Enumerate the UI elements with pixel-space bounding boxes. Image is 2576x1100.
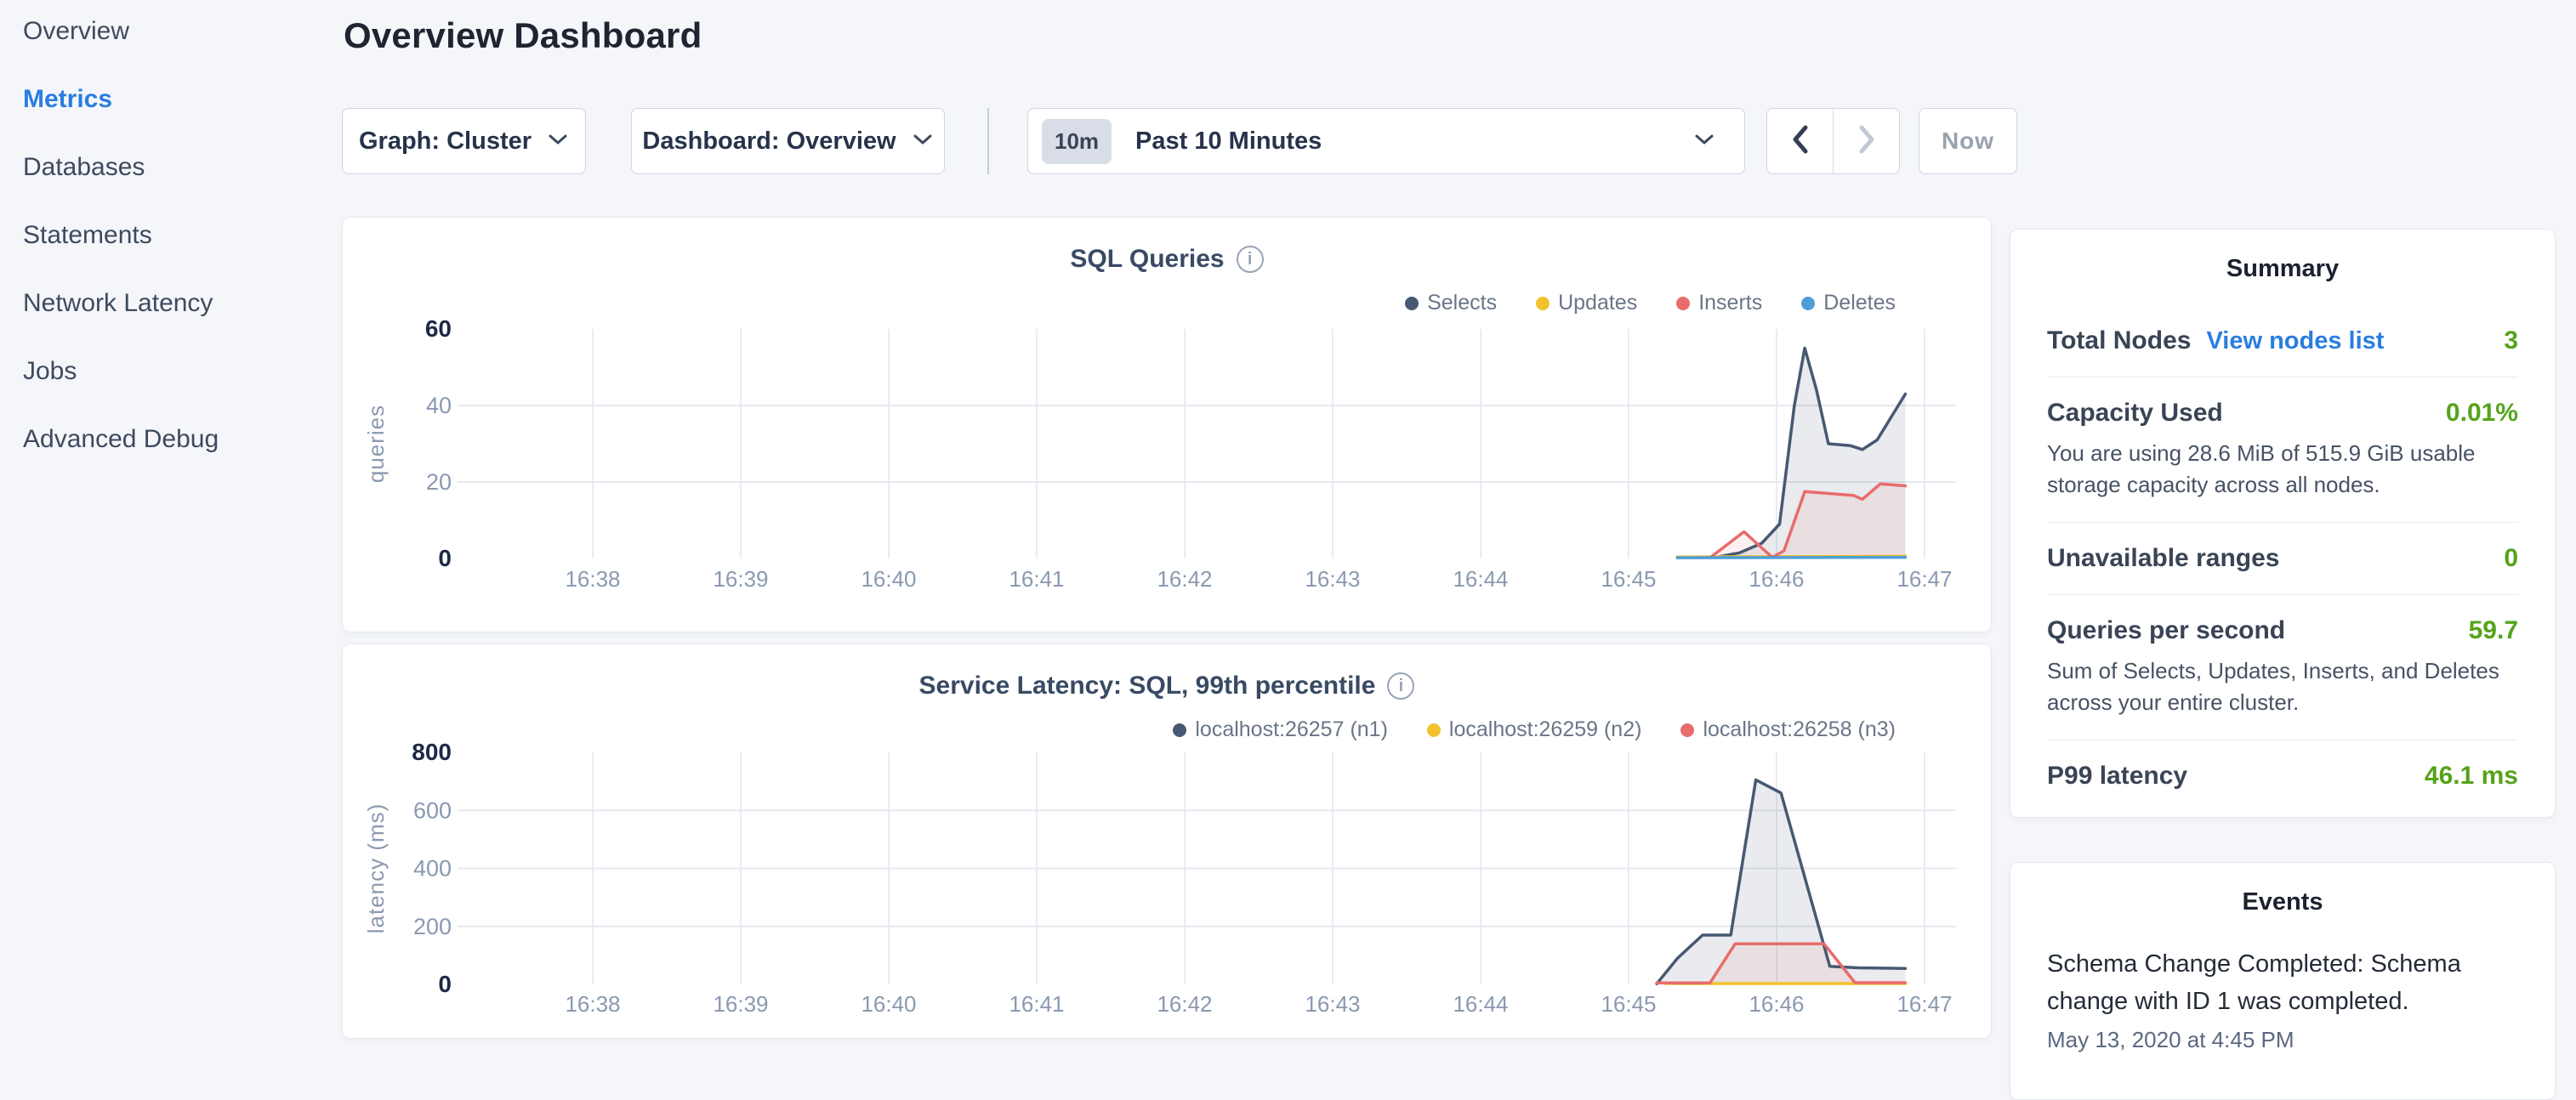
summary-row-value: 46.1 ms bbox=[2425, 762, 2518, 791]
summary-row-subtext: You are using 28.6 MiB of 515.9 GiB usab… bbox=[2047, 438, 2518, 501]
x-tick-label: 16:44 bbox=[1453, 991, 1508, 1017]
sidebar: Overview Metrics Databases Statements Ne… bbox=[0, 0, 344, 1051]
summary-panel: Summary Total Nodes View nodes list 3 Ca… bbox=[2010, 229, 2556, 818]
x-tick-label: 16:41 bbox=[1009, 991, 1064, 1017]
sidebar-item-metrics[interactable]: Metrics bbox=[23, 87, 344, 112]
chevron-left-icon bbox=[1790, 124, 1811, 159]
x-tick-label: 16:43 bbox=[1305, 566, 1360, 592]
summary-row-label: Capacity Used bbox=[2047, 399, 2223, 428]
y-tick-label: 400 bbox=[413, 856, 452, 882]
summary-row-value: 3 bbox=[2504, 326, 2518, 355]
x-tick-label: 16:47 bbox=[1896, 991, 1952, 1017]
time-range-dropdown[interactable]: 10m Past 10 Minutes bbox=[1027, 108, 1745, 174]
dashboard-dropdown[interactable]: Dashboard: Overview bbox=[631, 108, 945, 174]
x-tick-label: 16:47 bbox=[1896, 566, 1952, 592]
y-tick-label: 0 bbox=[438, 971, 452, 997]
summary-row-label: Unavailable ranges bbox=[2047, 544, 2279, 573]
summary-row-p99-latency: P99 latency 46.1 ms bbox=[2047, 740, 2518, 812]
summary-row-value: 0.01% bbox=[2446, 399, 2518, 428]
events-panel: Events Schema Change Completed: Schema c… bbox=[2010, 862, 2556, 1100]
controls-divider bbox=[987, 108, 989, 174]
x-tick-label: 16:43 bbox=[1305, 991, 1360, 1017]
y-tick-label: 600 bbox=[413, 797, 452, 823]
summary-row-capacity-used: Capacity Used 0.01% You are using 28.6 M… bbox=[2047, 377, 2518, 522]
view-nodes-list-link[interactable]: View nodes list bbox=[2206, 327, 2384, 355]
graph-dropdown-label: Graph: Cluster bbox=[359, 128, 532, 156]
prev-time-button[interactable] bbox=[1767, 109, 1833, 173]
event-date: May 13, 2020 at 4:45 PM bbox=[2047, 1027, 2518, 1053]
service-latency-chart[interactable]: 16:38 16:39 16:40 16:41 16:42 16:43 16:44 16:45… bbox=[343, 644, 1993, 1040]
events-title: Events bbox=[2010, 863, 2555, 916]
summary-row-label: P99 latency bbox=[2047, 762, 2187, 791]
sidebar-item-databases[interactable]: Databases bbox=[23, 155, 344, 180]
x-tick-label: 16:44 bbox=[1453, 566, 1508, 592]
y-tick-label: 60 bbox=[425, 315, 452, 342]
event-text: Schema Change Completed: Schema change w… bbox=[2047, 945, 2518, 1020]
sidebar-item-jobs[interactable]: Jobs bbox=[23, 359, 344, 384]
y-axis-title: queries bbox=[363, 405, 389, 483]
sql-queries-chart[interactable]: 16:38 16:39 16:40 16:41 16:42 16:43 16:44 16:45… bbox=[343, 218, 1993, 633]
x-tick-label: 16:39 bbox=[713, 991, 768, 1017]
sidebar-item-overview[interactable]: Overview bbox=[23, 19, 344, 44]
summary-row-label: Queries per second bbox=[2047, 616, 2285, 645]
y-axis-title: latency (ms) bbox=[363, 803, 389, 934]
y-tick-label: 0 bbox=[438, 545, 452, 571]
x-tick-label: 16:45 bbox=[1601, 566, 1656, 592]
Deletes-line bbox=[1677, 558, 1905, 559]
time-step-buttons bbox=[1766, 108, 1900, 174]
summary-title: Summary bbox=[2010, 230, 2555, 283]
x-tick-label: 16:41 bbox=[1009, 566, 1064, 592]
service-latency-card: Service Latency: SQL, 99th percentile i … bbox=[342, 644, 1992, 1039]
x-tick-label: 16:39 bbox=[713, 566, 768, 592]
sidebar-item-statements[interactable]: Statements bbox=[23, 223, 344, 248]
graph-dropdown[interactable]: Graph: Cluster bbox=[342, 108, 586, 174]
x-tick-label: 16:38 bbox=[565, 566, 620, 592]
x-tick-label: 16:40 bbox=[861, 991, 916, 1017]
next-time-button[interactable] bbox=[1833, 109, 1899, 173]
sidebar-item-advanced-debug[interactable]: Advanced Debug bbox=[23, 427, 344, 452]
x-tick-label: 16:46 bbox=[1749, 991, 1804, 1017]
summary-row-queries-per-second: Queries per second 59.7 Sum of Selects, … bbox=[2047, 595, 2518, 740]
summary-row-total-nodes: Total Nodes View nodes list 3 bbox=[2047, 305, 2518, 377]
x-tick-label: 16:45 bbox=[1601, 991, 1656, 1017]
summary-row-label: Total Nodes bbox=[2047, 326, 2191, 355]
x-tick-label: 16:38 bbox=[565, 991, 620, 1017]
chevron-down-icon bbox=[1693, 132, 1715, 151]
chevron-down-icon bbox=[912, 132, 934, 151]
summary-row-unavailable-ranges: Unavailable ranges 0 bbox=[2047, 523, 2518, 594]
sidebar-item-network-latency[interactable]: Network Latency bbox=[23, 291, 344, 316]
y-tick-label: 40 bbox=[426, 393, 452, 418]
now-button[interactable]: Now bbox=[1919, 108, 2017, 174]
chevron-down-icon bbox=[547, 132, 569, 151]
x-tick-label: 16:42 bbox=[1157, 991, 1212, 1017]
time-range-badge: 10m bbox=[1042, 119, 1112, 164]
chevron-right-icon bbox=[1857, 124, 1877, 159]
y-tick-label: 20 bbox=[426, 469, 452, 495]
time-range-label: Past 10 Minutes bbox=[1135, 128, 1678, 156]
summary-row-value: 0 bbox=[2504, 544, 2518, 573]
sql-queries-card: SQL Queries i Selects Updates Inserts De… bbox=[342, 217, 1992, 632]
y-tick-label: 800 bbox=[412, 739, 452, 765]
x-tick-label: 16:42 bbox=[1157, 566, 1212, 592]
x-tick-label: 16:46 bbox=[1749, 566, 1804, 592]
Inserts-area bbox=[1710, 484, 1906, 559]
y-tick-label: 200 bbox=[413, 914, 452, 939]
x-tick-label: 16:40 bbox=[861, 566, 916, 592]
summary-row-value: 59.7 bbox=[2469, 616, 2518, 645]
dashboard-dropdown-label: Dashboard: Overview bbox=[642, 128, 896, 156]
summary-row-subtext: Sum of Selects, Updates, Inserts, and De… bbox=[2047, 655, 2518, 718]
page-title: Overview Dashboard bbox=[344, 15, 702, 56]
